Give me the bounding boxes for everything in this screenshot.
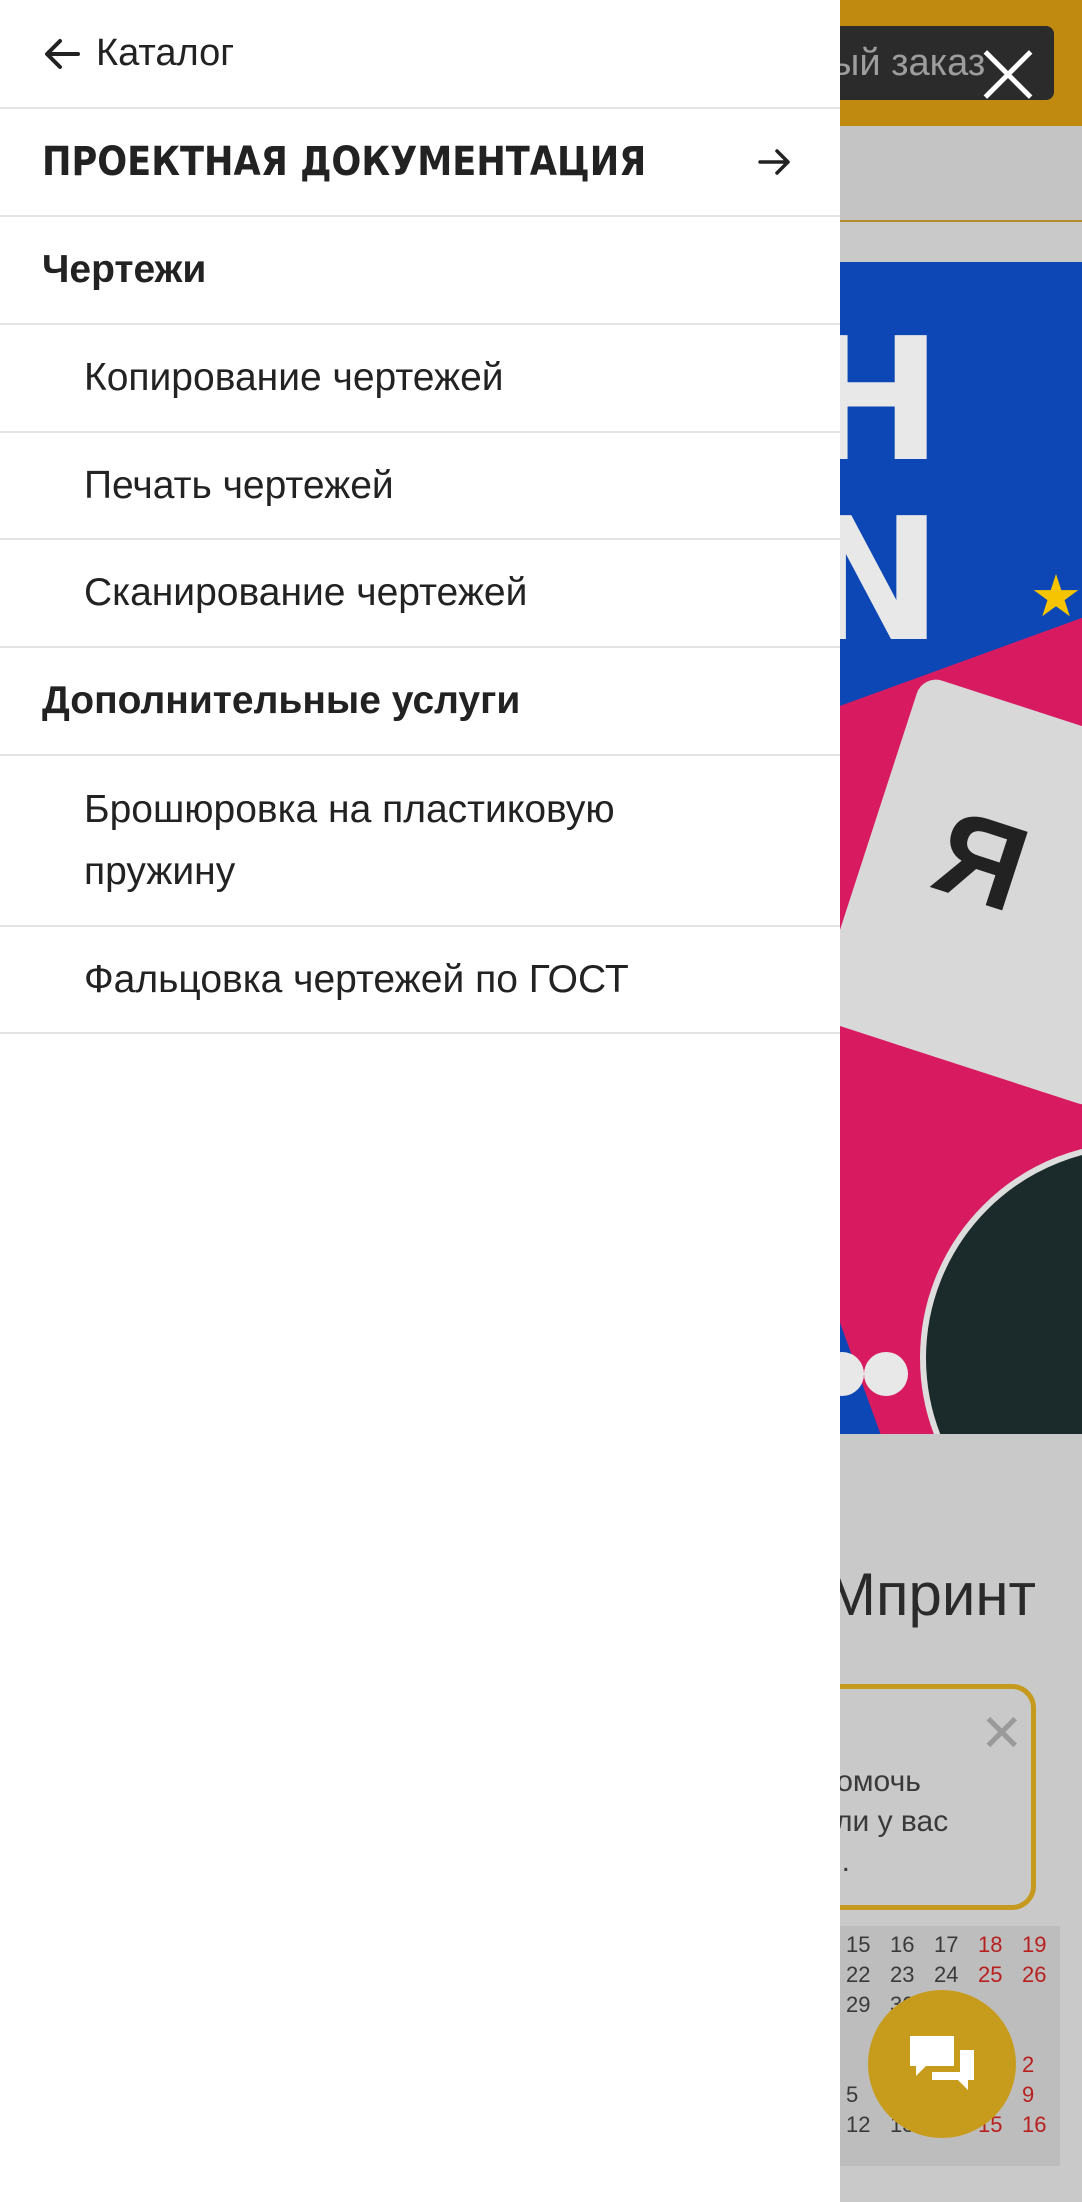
chat-button[interactable] (868, 1990, 1016, 2138)
calendar-day: 2 (1022, 2052, 1035, 2077)
menu-group-drawings[interactable]: Чертежи (0, 217, 840, 325)
calendar-day: 19 (1022, 1932, 1047, 1957)
star-icon: ★ (1030, 564, 1082, 629)
calendar-day: 5 (846, 2082, 859, 2107)
menu-item-label: Сканирование чертежей (84, 571, 528, 614)
section-link[interactable]: ПРОЕКТНАЯ ДОКУМЕНТАЦИЯ (0, 109, 840, 217)
menu-item[interactable]: Печать чертежей (0, 433, 840, 540)
menu-item-label: Копирование чертежей (84, 356, 504, 399)
menu-item-label: Фальцовка чертежей по ГОСТ (84, 957, 629, 1001)
menu-item[interactable]: Сканирование чертежей (0, 540, 840, 648)
chat-bubble-line: сли у вас (820, 1805, 949, 1838)
calendar-day: 23 (890, 1962, 915, 1987)
section-title: ПРОЕКТНАЯ ДОКУМЕНТАЦИЯ (42, 139, 647, 185)
menu-group-extra-services[interactable]: Дополнительные услуги (0, 648, 840, 756)
calendar-day: 16 (1022, 2112, 1047, 2137)
calendar-day: 26 (1022, 1962, 1047, 1987)
menu-item[interactable]: Фальцовка чертежей по ГОСТ (0, 927, 840, 1034)
chat-bubble-line: ы. (820, 1842, 1050, 1882)
calendar-day: 9 (1022, 2082, 1035, 2107)
calendar-day: 12 (846, 2112, 871, 2137)
chat-bubble-line: помочь (820, 1765, 921, 1798)
carousel-dot-active[interactable] (864, 1352, 908, 1396)
menu-item[interactable]: Брошюровка на пластиковую пружину (0, 756, 840, 927)
calendar-day: 18 (978, 1932, 1003, 1957)
calendar-day: 15 (846, 1932, 871, 1957)
section-heading: Мпринт (826, 1561, 1036, 1628)
chat-icon (910, 2036, 974, 2090)
calendar-day: 25 (978, 1962, 1003, 1987)
arrow-left-icon (45, 38, 80, 69)
arrow-right-icon (758, 149, 790, 175)
menu-item-label: Печать чертежей (84, 463, 394, 507)
calendar-day: 16 (890, 1932, 915, 1957)
close-icon[interactable]: ✕ (980, 1704, 1024, 1764)
close-icon[interactable] (980, 46, 1036, 102)
calendar-day: 29 (846, 1992, 871, 2017)
calendar-day: 22 (846, 1962, 871, 1987)
chat-bubble-text: помочь сли у вас ы. (820, 1762, 1050, 1882)
menu-item-label: Брошюровка на пластиковую пружину (84, 787, 615, 893)
group-title: Дополнительные услуги (42, 679, 521, 722)
back-to-catalog[interactable]: Каталог (0, 0, 840, 109)
group-title: Чертежи (42, 248, 207, 291)
calendar-day: 24 (934, 1962, 959, 1987)
calendar-day: 17 (934, 1932, 959, 1957)
menu-item[interactable]: Копирование чертежей (0, 325, 840, 433)
catalog-drawer: Каталог ПРОЕКТНАЯ ДОКУМЕНТАЦИЯ Чертежи К… (0, 0, 840, 2202)
back-label: Каталог (96, 32, 235, 74)
